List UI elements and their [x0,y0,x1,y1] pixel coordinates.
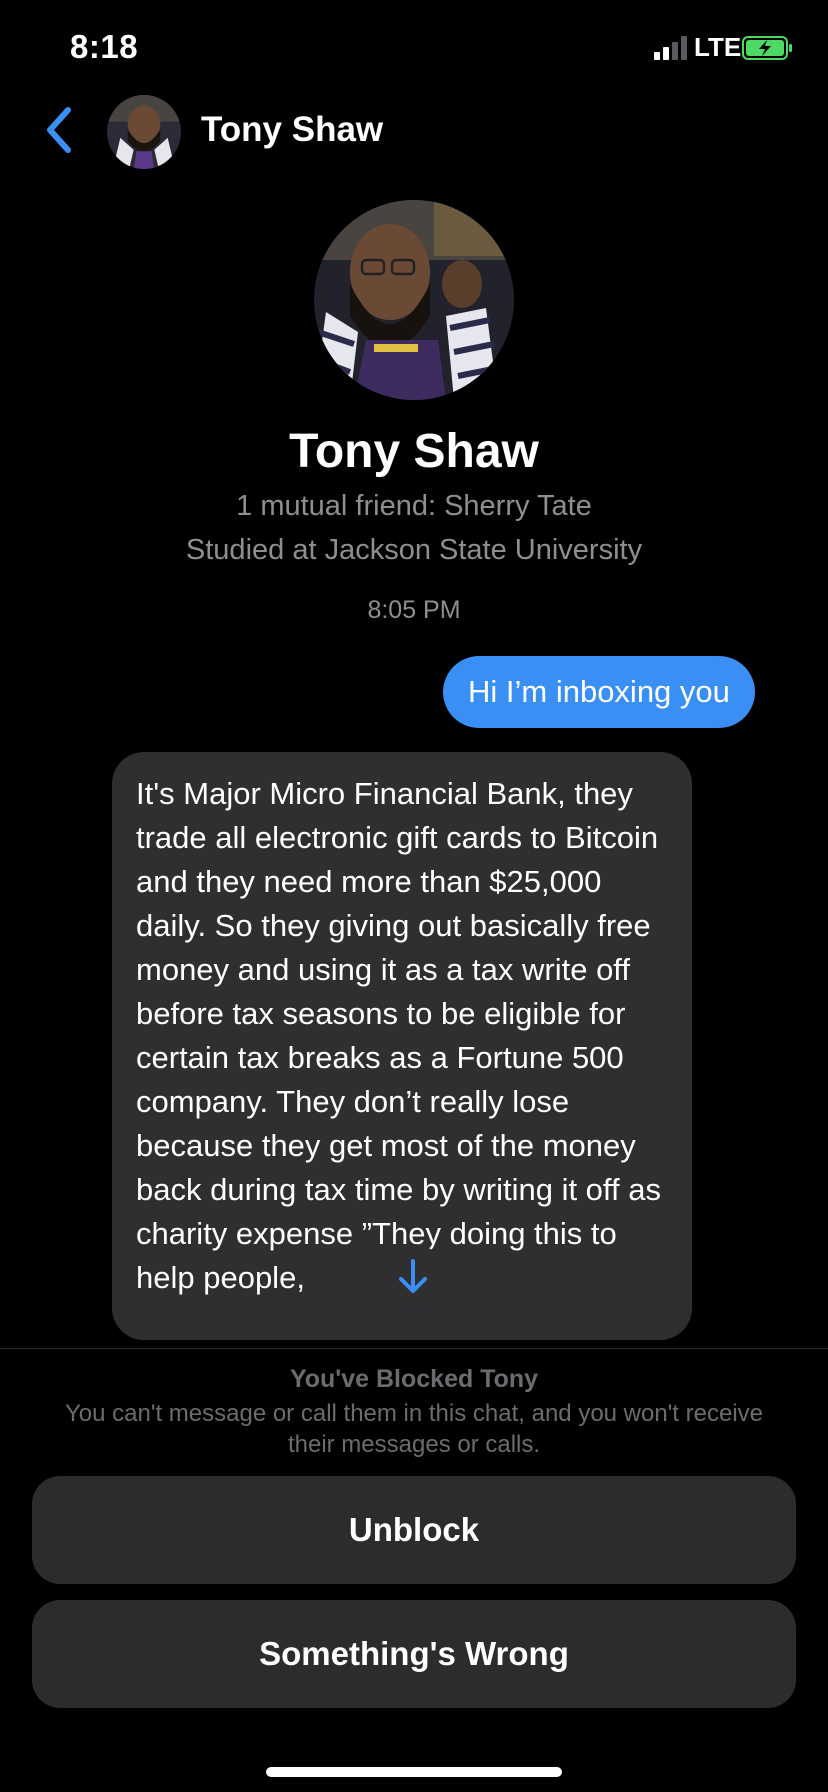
network-label: LTE [694,32,742,62]
profile-name: Tony Shaw [289,425,539,478]
signal-icon [654,36,687,60]
status-time: 8:18 [70,28,139,65]
back-chevron-icon[interactable] [40,104,76,156]
blocked-title: You've Blocked Tony [289,1365,539,1393]
something-wrong-button[interactable]: Something's Wrong [32,1600,796,1708]
blocked-description: You can't message or call them in this c… [65,1400,763,1458]
scroll-to-bottom-button[interactable] [380,1244,446,1310]
unblock-button[interactable]: Unblock [32,1476,796,1584]
education-info: Studied at Jackson State University [185,534,643,566]
battery-charging-icon [742,36,792,60]
header-contact-name[interactable]: Tony Shaw [201,110,383,150]
divider [0,1348,828,1349]
mutual-friends: 1 mutual friend: Sherry Tate [236,490,592,522]
message-timestamp: 8:05 PM [367,596,461,624]
sent-message-bubble[interactable]: Hi I’m inboxing you [443,656,755,728]
arrow-down-icon [399,1259,427,1293]
header-avatar[interactable] [107,95,181,169]
profile-photo[interactable] [314,200,514,400]
home-indicator[interactable] [266,1767,562,1777]
